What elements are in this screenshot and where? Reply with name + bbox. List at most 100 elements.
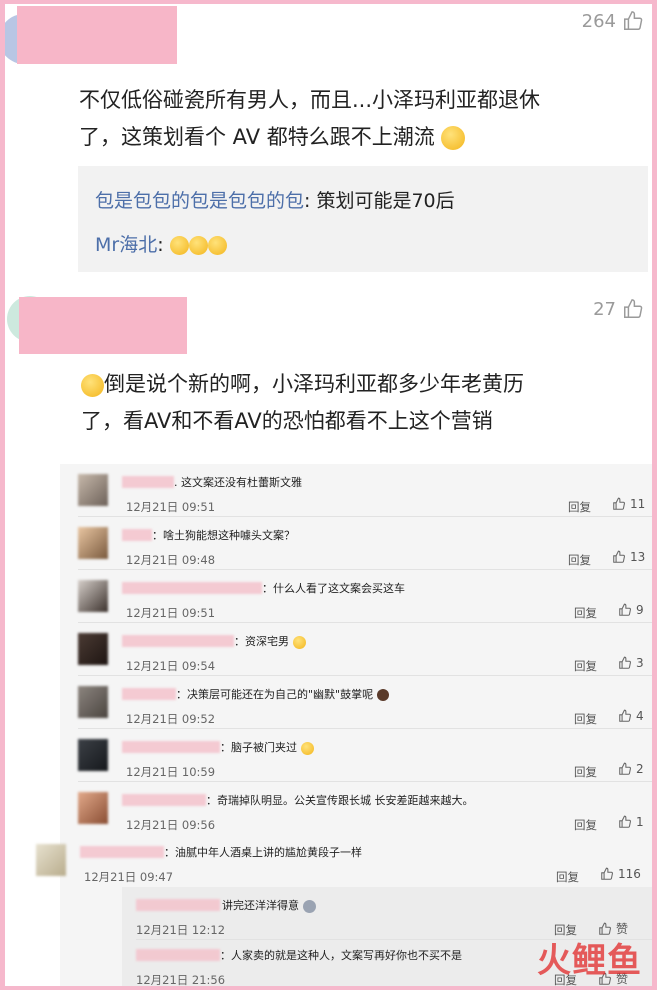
- comment-line: 倒是说个新的啊，小泽玛利亚都多少年老黄历: [81, 366, 651, 403]
- like-button[interactable]: 1: [618, 815, 644, 829]
- comment-line: 不仅低俗碰瓷所有男人，而且...小泽玛利亚都退休: [79, 88, 541, 112]
- like-button[interactable]: 9: [618, 603, 644, 617]
- username-redacted: [122, 794, 206, 806]
- list-item: ：奇瑞掉队明显。公关宣传跟长城 长安差距越来越大。 12月21日 09:56 回…: [60, 782, 652, 835]
- comment-text: ：什么人看了这文案会买这车: [262, 582, 405, 595]
- list-item: ：油腻中年人酒桌上讲的尴尬黄段子一样 12月21日 09:47 回复 116: [18, 834, 652, 887]
- reply-button[interactable]: 回复: [574, 658, 597, 674]
- reply-button[interactable]: 回复: [574, 817, 597, 833]
- comment-text: 倒是说个新的啊，小泽玛利亚都多少年老黄历 了，看AV和不看AV的恐怕都看不上这个…: [81, 366, 651, 440]
- reply-username[interactable]: 包是包包的包是包包的包: [95, 190, 304, 212]
- avatar[interactable]: [78, 792, 108, 824]
- like-count: 1: [636, 815, 644, 829]
- thumbs-up-icon: [619, 656, 631, 669]
- like-button[interactable]: 264: [582, 10, 644, 32]
- username-redacted: [122, 582, 262, 594]
- username-redacted: [19, 297, 187, 354]
- reply-username[interactable]: Mr海北: [95, 234, 157, 256]
- like-count: 4: [636, 709, 644, 723]
- comment-text: ：人家卖的就是这种人，文案写再好你也不买不是: [220, 949, 462, 962]
- list-item: ：资深宅男 12月21日 09:54 回复 3: [60, 623, 652, 676]
- like-button[interactable]: 13: [612, 550, 645, 564]
- scared-emoji-icon: [302, 899, 316, 913]
- clap-emoji-icon: [376, 689, 389, 701]
- username-redacted: [17, 6, 177, 64]
- like-button[interactable]: 3: [618, 656, 644, 670]
- reply-item: Mr海北:: [95, 230, 227, 257]
- thumbs-up-icon: [624, 299, 643, 318]
- reply-preview-box[interactable]: 包是包包的包是包包的包: 策划可能是70后 Mr海北:: [78, 166, 648, 272]
- timestamp: 12月21日 09:51: [126, 500, 216, 514]
- comment-text: ：奇瑞掉队明显。公关宣传跟长城 长安差距越来越大。: [206, 794, 474, 807]
- like-button[interactable]: 2: [618, 762, 644, 776]
- avatar[interactable]: [78, 474, 108, 506]
- timestamp: 12月21日 21:56: [136, 973, 226, 986]
- username-redacted: [136, 949, 220, 961]
- avatar[interactable]: [78, 580, 108, 612]
- thumbs-up-icon: [601, 867, 613, 880]
- tongue-emoji-icon: [300, 741, 314, 755]
- laugh-cry-emoji-icon: [169, 236, 189, 255]
- timestamp: 12月21日 09:51: [126, 606, 216, 620]
- like-button[interactable]: 116: [600, 867, 641, 881]
- username-redacted: [122, 741, 220, 753]
- watermark-logo: 火鲤鱼: [537, 941, 642, 981]
- timestamp: 12月21日 09:56: [126, 818, 216, 832]
- list-item: . 这文案还没有杜蕾斯文雅 12月21日 09:51 回复 11: [60, 464, 652, 517]
- comment-text: ：脑子被门夹过: [220, 739, 314, 755]
- thumbs-up-icon: [613, 550, 625, 563]
- comment-text: ：决策层可能还在为自己的"幽默"鼓掌呢: [176, 686, 389, 702]
- comment-text: 不仅低俗碰瓷所有男人，而且...小泽玛利亚都退休 了，这策划看个 AV 都特么跟…: [79, 82, 649, 156]
- like-button[interactable]: 27: [593, 298, 644, 320]
- laugh-cry-emoji-icon: [207, 236, 227, 255]
- username-redacted: [80, 846, 164, 858]
- reply-button[interactable]: 回复: [574, 764, 597, 780]
- like-count: 27: [593, 298, 616, 320]
- comment-line: 了，这策划看个 AV 都特么跟不上潮流: [79, 119, 649, 156]
- list-item: ：啥土狗能想这种噱头文案？ 12月21日 09:48 回复 13: [60, 517, 652, 570]
- embedded-comment-list: . 这文案还没有杜蕾斯文雅 12月21日 09:51 回复 11 ：啥土狗能想这…: [36, 464, 652, 986]
- tongue-emoji-icon: [292, 635, 306, 649]
- list-item: ：什么人看了这文案会买这车 12月21日 09:51 回复 9: [60, 570, 652, 623]
- avatar[interactable]: [78, 739, 108, 771]
- thumbs-up-icon: [613, 497, 625, 510]
- like-count: 11: [630, 497, 646, 511]
- like-count: 9: [636, 603, 644, 617]
- reply-button[interactable]: 回复: [568, 499, 591, 515]
- avatar[interactable]: [36, 844, 66, 876]
- username-redacted: [122, 529, 152, 541]
- thumbs-up-icon: [619, 815, 631, 828]
- like-button[interactable]: 11: [612, 497, 645, 511]
- shrug-emoji-icon: [441, 126, 466, 150]
- like-count: 264: [581, 10, 616, 32]
- timestamp: 12月21日 09:52: [126, 712, 216, 726]
- shush-emoji-icon: [81, 373, 104, 397]
- like-count: 116: [618, 867, 641, 881]
- like-count: 13: [630, 550, 646, 564]
- comment-text: ：资深宅男: [234, 633, 306, 649]
- thumbs-up-icon: [619, 709, 631, 722]
- reply-button[interactable]: 回复: [556, 869, 579, 885]
- timestamp: 12月21日 09:47: [84, 870, 174, 884]
- reply-item: 包是包包的包是包包的包: 策划可能是70后: [95, 186, 455, 213]
- avatar[interactable]: [78, 527, 108, 559]
- laugh-cry-emoji-icon: [188, 236, 208, 255]
- reply-button[interactable]: 回复: [574, 711, 597, 727]
- comment-text: 讲完还洋洋得意: [222, 897, 316, 913]
- avatar[interactable]: [78, 633, 108, 665]
- avatar[interactable]: [78, 686, 108, 718]
- username-redacted: [122, 476, 174, 488]
- username-redacted: [122, 688, 176, 700]
- timestamp: 12月21日 09:48: [126, 553, 216, 567]
- timestamp: 12月21日 12:12: [136, 923, 226, 937]
- list-item: ：脑子被门夹过 12月21日 10:59 回复 2: [60, 729, 652, 782]
- reply-text: : 策划可能是70后: [304, 190, 455, 212]
- username-redacted: [136, 899, 220, 911]
- thumbs-up-icon: [624, 11, 643, 30]
- like-button[interactable]: 4: [618, 709, 644, 723]
- like-count: 3: [636, 656, 644, 670]
- timestamp: 12月21日 10:59: [126, 765, 216, 779]
- reply-button[interactable]: 回复: [568, 552, 591, 568]
- reply-button[interactable]: 回复: [574, 605, 597, 621]
- like-count: 2: [636, 762, 644, 776]
